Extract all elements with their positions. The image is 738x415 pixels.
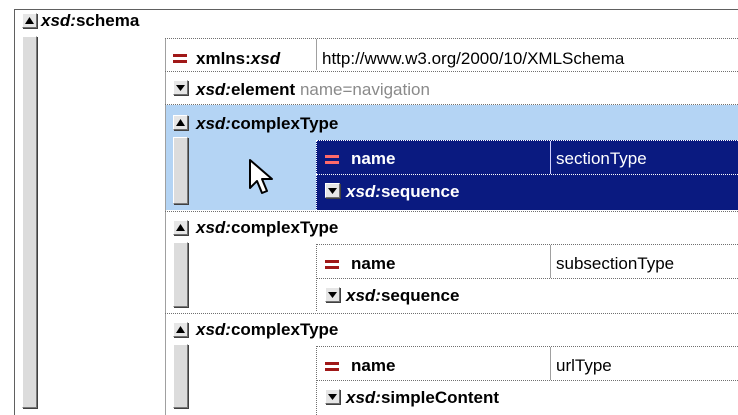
sequence-2-expand-button[interactable]	[325, 287, 340, 302]
frame-top	[14, 9, 738, 10]
xmlns-row-divider	[165, 71, 738, 72]
complextype-2-collapse-button[interactable]	[173, 220, 188, 235]
triangle-down-icon	[328, 292, 337, 298]
triangle-down-icon	[176, 85, 185, 91]
schema-grid-view: xsd:schema xmlns:xsd http://www.w3.org/2…	[0, 0, 738, 415]
complextype-2-divider	[165, 313, 738, 314]
complextype-2-label[interactable]: xsd:complexType	[196, 218, 338, 238]
subsectiontype-divider	[550, 245, 551, 278]
children-column-line	[165, 38, 166, 415]
sectiontype-attr-name[interactable]: name	[351, 149, 395, 169]
complextype-2-children-top	[316, 244, 738, 245]
schema-row-bar[interactable]	[22, 36, 37, 408]
complextype-1-divider	[165, 211, 738, 212]
complextype-1-collapse-button[interactable]	[173, 115, 188, 130]
subsectiontype-attr-name[interactable]: name	[351, 254, 395, 274]
element-hint: name=navigation	[299, 80, 430, 99]
triangle-up-icon	[25, 17, 34, 24]
sequence-2-label[interactable]: xsd:sequence	[346, 286, 459, 306]
complextype-1-row-bar[interactable]	[173, 137, 188, 204]
complextype-1-prefix: xsd:	[196, 114, 231, 133]
urltype-divider	[550, 347, 551, 380]
sequence-1-prefix: xsd:	[346, 182, 381, 201]
sequence-1-label[interactable]: xsd:sequence	[346, 182, 459, 202]
schema-collapse-button[interactable]	[22, 13, 37, 28]
complextype-1-label[interactable]: xsd:complexType	[196, 114, 338, 134]
complextype-2-row-bar[interactable]	[173, 242, 188, 307]
xmlns-prefix: xmlns:	[196, 49, 251, 68]
sequence-1-name: sequence	[380, 182, 460, 201]
element-prefix: xsd:	[196, 80, 231, 99]
sequence-2-name: sequence	[380, 286, 460, 305]
equals-icon	[325, 259, 339, 270]
schema-label: xsd:schema	[41, 11, 139, 31]
complextype-3-name: complexType	[230, 320, 339, 339]
sequence-1-expand-button[interactable]	[325, 183, 340, 198]
element-expand-button[interactable]	[173, 80, 188, 95]
children-top-divider	[165, 38, 738, 39]
equals-icon	[325, 154, 339, 165]
complextype-3-children-top	[316, 346, 738, 347]
sectiontype-attr-value[interactable]: sectionType	[556, 149, 647, 169]
mouse-cursor-icon	[249, 159, 273, 194]
sequence-2-prefix: xsd:	[346, 286, 381, 305]
urltype-row-divider	[316, 380, 738, 381]
triangle-up-icon	[176, 326, 185, 333]
equals-icon	[173, 53, 187, 64]
complextype-1-children-left	[316, 140, 317, 210]
complextype-2-name: complexType	[230, 218, 339, 237]
urltype-attr-name[interactable]: name	[351, 356, 395, 376]
complextype-3-row-bar[interactable]	[173, 344, 188, 408]
triangle-down-icon	[328, 188, 337, 194]
xmlns-attr-value[interactable]: http://www.w3.org/2000/10/XMLSchema	[322, 49, 624, 69]
schema-name: schema	[75, 11, 140, 30]
triangle-up-icon	[176, 224, 185, 231]
subsectiontype-attr-value[interactable]: subsectionType	[556, 254, 674, 274]
triangle-down-icon	[328, 394, 337, 400]
xmlns-local: xsd	[250, 49, 281, 68]
sectiontype-row-divider	[316, 174, 738, 175]
subsectiontype-row-divider	[316, 278, 738, 279]
complextype-2-prefix: xsd:	[196, 218, 231, 237]
schema-prefix: xsd:	[41, 11, 76, 30]
urltype-attr-value[interactable]: urlType	[556, 356, 612, 376]
complextype-1-children-top	[316, 140, 738, 141]
complextype-3-collapse-button[interactable]	[173, 322, 188, 337]
xmlns-attr-name[interactable]: xmlns:xsd	[196, 49, 280, 69]
complextype-1-name: complexType	[230, 114, 339, 133]
sectiontype-divider	[550, 141, 551, 174]
triangle-up-icon	[176, 119, 185, 126]
simplecontent-expand-button[interactable]	[325, 389, 340, 404]
complextype-3-label[interactable]: xsd:complexType	[196, 320, 338, 340]
simplecontent-label[interactable]: xsd:simpleContent	[346, 388, 499, 408]
complextype-3-prefix: xsd:	[196, 320, 231, 339]
xmlns-divider	[316, 39, 317, 70]
equals-icon	[325, 361, 339, 372]
simplecontent-name: simpleContent	[380, 388, 500, 407]
element-label[interactable]: xsd:element name=navigation	[196, 80, 430, 100]
element-name: element	[230, 80, 296, 99]
simplecontent-prefix: xsd:	[346, 388, 381, 407]
frame-left	[14, 9, 15, 415]
